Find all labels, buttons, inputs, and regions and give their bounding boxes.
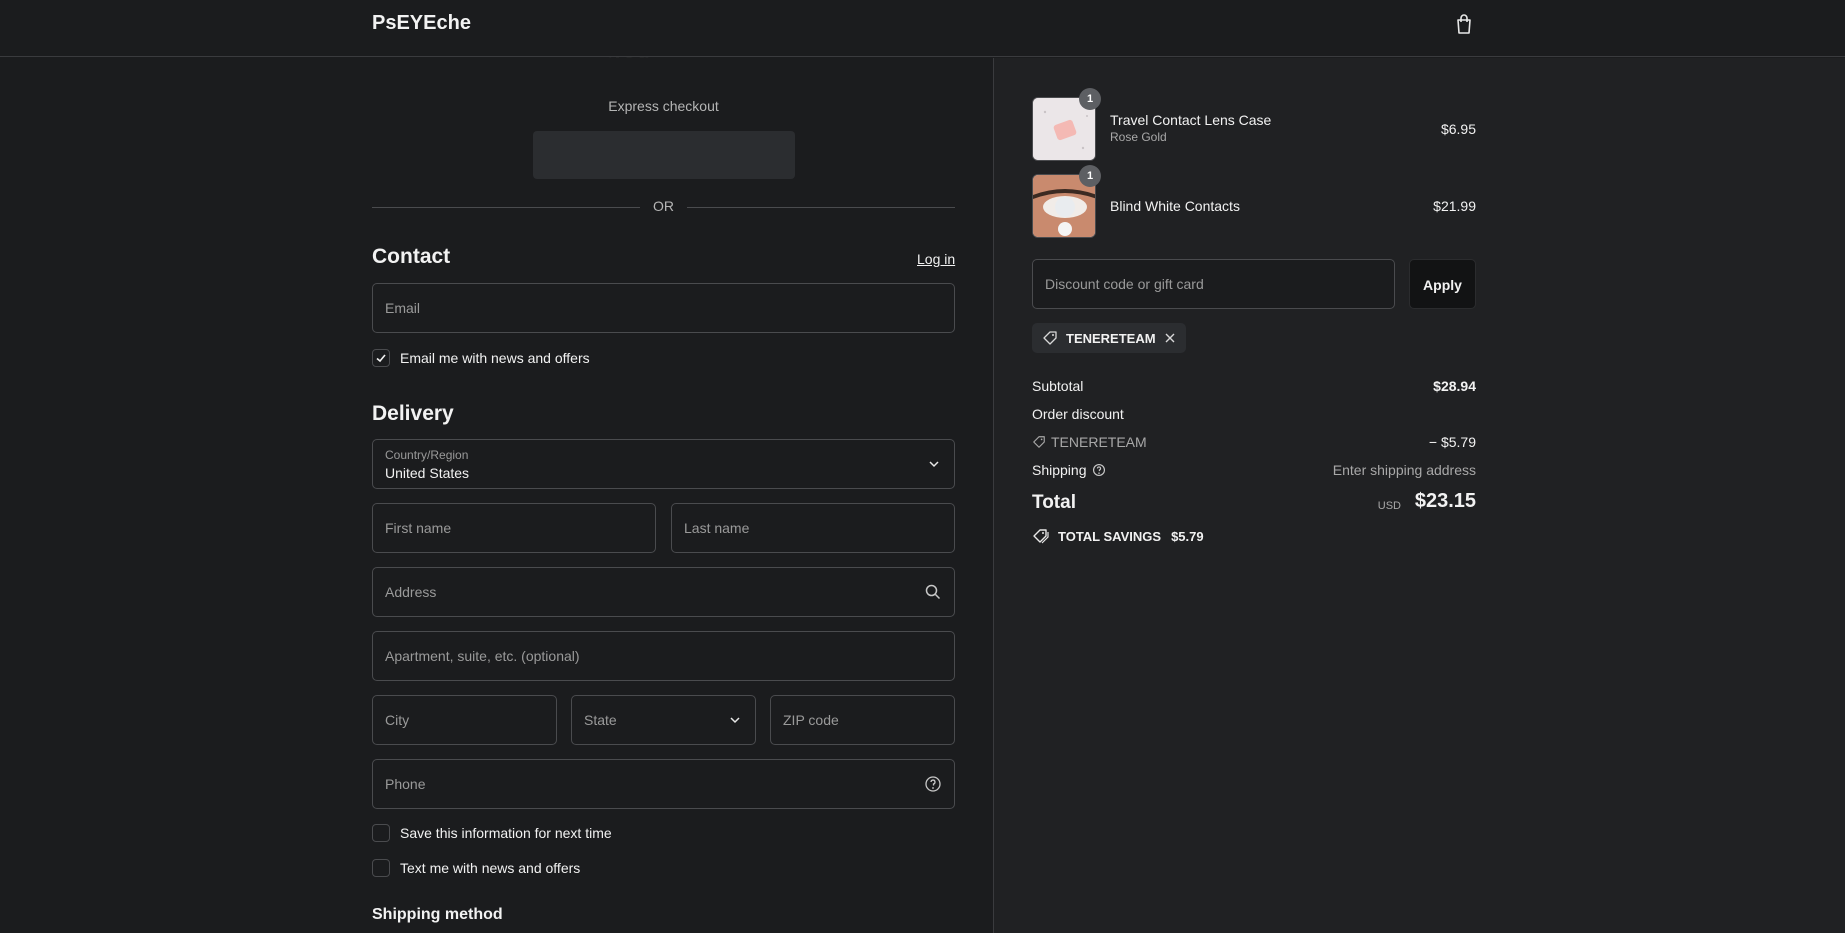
total-amount: $23.15 bbox=[1414, 490, 1476, 512]
login-link[interactable]: Log in bbox=[917, 251, 955, 267]
country-value: United States bbox=[385, 465, 470, 481]
discount-placeholder: Discount code or gift card bbox=[1045, 276, 1204, 292]
top-header: PsEYEche bbox=[0, 0, 1845, 57]
total-label: Total bbox=[1032, 492, 1076, 513]
item-price: $21.99 bbox=[1433, 198, 1476, 214]
close-icon[interactable] bbox=[1164, 332, 1176, 344]
zip-placeholder: ZIP code bbox=[783, 712, 839, 728]
total-savings-label: TOTAL SAVINGS bbox=[1058, 528, 1162, 544]
state-select[interactable]: State bbox=[571, 695, 756, 745]
contact-title: Contact bbox=[372, 245, 451, 268]
tag-icon bbox=[1033, 529, 1049, 544]
newsletter-checkbox[interactable] bbox=[372, 349, 390, 367]
tag-icon bbox=[1043, 331, 1057, 345]
phone-field[interactable]: Phone bbox=[372, 759, 955, 809]
total-row: Total USD $23.15 bbox=[1032, 490, 1476, 520]
help-icon[interactable] bbox=[924, 775, 942, 793]
or-text: OR bbox=[653, 198, 674, 214]
chevron-down-icon bbox=[929, 461, 939, 468]
apartment-field[interactable]: Apartment, suite, etc. (optional) bbox=[372, 631, 955, 681]
applied-code-label: TENERETEAM bbox=[1066, 330, 1156, 346]
subtotal-value: $28.94 bbox=[1433, 378, 1476, 394]
express-checkout-label: Express checkout bbox=[608, 98, 719, 114]
first-name-field[interactable]: First name bbox=[372, 503, 656, 553]
text-me-label: Text me with news and offers bbox=[400, 860, 581, 876]
item-name: Travel Contact Lens Case bbox=[1110, 112, 1272, 128]
address-placeholder: Address bbox=[385, 584, 437, 600]
phone-placeholder: Phone bbox=[385, 776, 426, 792]
first-name-placeholder: First name bbox=[385, 520, 452, 536]
or-divider: OR bbox=[372, 198, 955, 216]
city-placeholder: City bbox=[385, 712, 410, 728]
text-me-checkbox-row[interactable]: Text me with news and offers bbox=[372, 859, 580, 877]
newsletter-label: Email me with news and offers bbox=[400, 350, 590, 366]
item-name: Blind White Contacts bbox=[1110, 198, 1240, 214]
checkmark-icon bbox=[376, 354, 386, 363]
applied-discount-chip: TENERETEAM bbox=[1032, 323, 1186, 353]
subtotal-row: Subtotal $28.94 bbox=[1032, 378, 1476, 394]
country-select[interactable]: Country/Region United States bbox=[372, 439, 955, 489]
chevron-down-icon bbox=[730, 717, 740, 724]
save-info-checkbox-row[interactable]: Save this information for next time bbox=[372, 824, 612, 842]
quantity-badge: 1 bbox=[1079, 88, 1101, 110]
express-checkout-button[interactable] bbox=[533, 131, 795, 179]
shipping-label: Shipping bbox=[1032, 462, 1087, 478]
apartment-placeholder: Apartment, suite, etc. (optional) bbox=[385, 648, 580, 664]
cart-item: 1 Travel Contact Lens Case Rose Gold $6.… bbox=[1032, 88, 1476, 161]
discount-code-label: TENERETEAM bbox=[1051, 434, 1147, 450]
zip-field[interactable]: ZIP code bbox=[770, 695, 955, 745]
text-me-checkbox[interactable] bbox=[372, 859, 390, 877]
cart-item: 1 Blind White Contacts $21.99 bbox=[1032, 165, 1476, 238]
total-savings-amount: $5.79 bbox=[1171, 528, 1204, 544]
total-currency: USD bbox=[1377, 500, 1401, 512]
item-variant: Rose Gold bbox=[1110, 130, 1167, 144]
last-name-field[interactable]: Last name bbox=[671, 503, 955, 553]
email-field[interactable]: Email bbox=[372, 283, 955, 333]
discount-code-input[interactable]: Discount code or gift card bbox=[1032, 259, 1395, 309]
state-placeholder: State bbox=[584, 712, 617, 728]
save-info-label: Save this information for next time bbox=[400, 825, 612, 841]
help-icon[interactable] bbox=[1092, 463, 1106, 477]
save-info-checkbox[interactable] bbox=[372, 824, 390, 842]
last-name-placeholder: Last name bbox=[684, 520, 750, 536]
delivery-title: Delivery bbox=[372, 402, 454, 425]
tag-icon bbox=[1033, 436, 1045, 448]
email-placeholder: Email bbox=[385, 300, 421, 316]
order-discount-label: Order discount bbox=[1032, 406, 1124, 422]
shipping-value: Enter shipping address bbox=[1332, 462, 1476, 478]
shopping-bag-icon[interactable] bbox=[1453, 13, 1475, 35]
item-price: $6.95 bbox=[1440, 121, 1476, 137]
search-icon bbox=[925, 584, 941, 600]
order-discount-row: Order discount bbox=[1032, 406, 1476, 422]
quantity-badge: 1 bbox=[1079, 165, 1101, 187]
newsletter-checkbox-row[interactable]: Email me with news and offers bbox=[372, 349, 590, 367]
shipping-method-title: Shipping method bbox=[372, 906, 503, 923]
brand-logo[interactable]: PsEYEche bbox=[372, 12, 471, 35]
subtotal-label: Subtotal bbox=[1032, 378, 1084, 394]
address-field[interactable]: Address bbox=[372, 567, 955, 617]
shipping-row: Shipping Enter shipping address bbox=[1032, 462, 1476, 478]
divider-line bbox=[687, 207, 955, 208]
city-field[interactable]: City bbox=[372, 695, 557, 745]
discount-amount: − $5.79 bbox=[1428, 434, 1476, 450]
apply-discount-button[interactable]: Apply bbox=[1409, 259, 1476, 309]
total-savings-row: TOTAL SAVINGS $5.79 bbox=[1032, 528, 1204, 544]
country-label: Country/Region bbox=[385, 448, 469, 462]
